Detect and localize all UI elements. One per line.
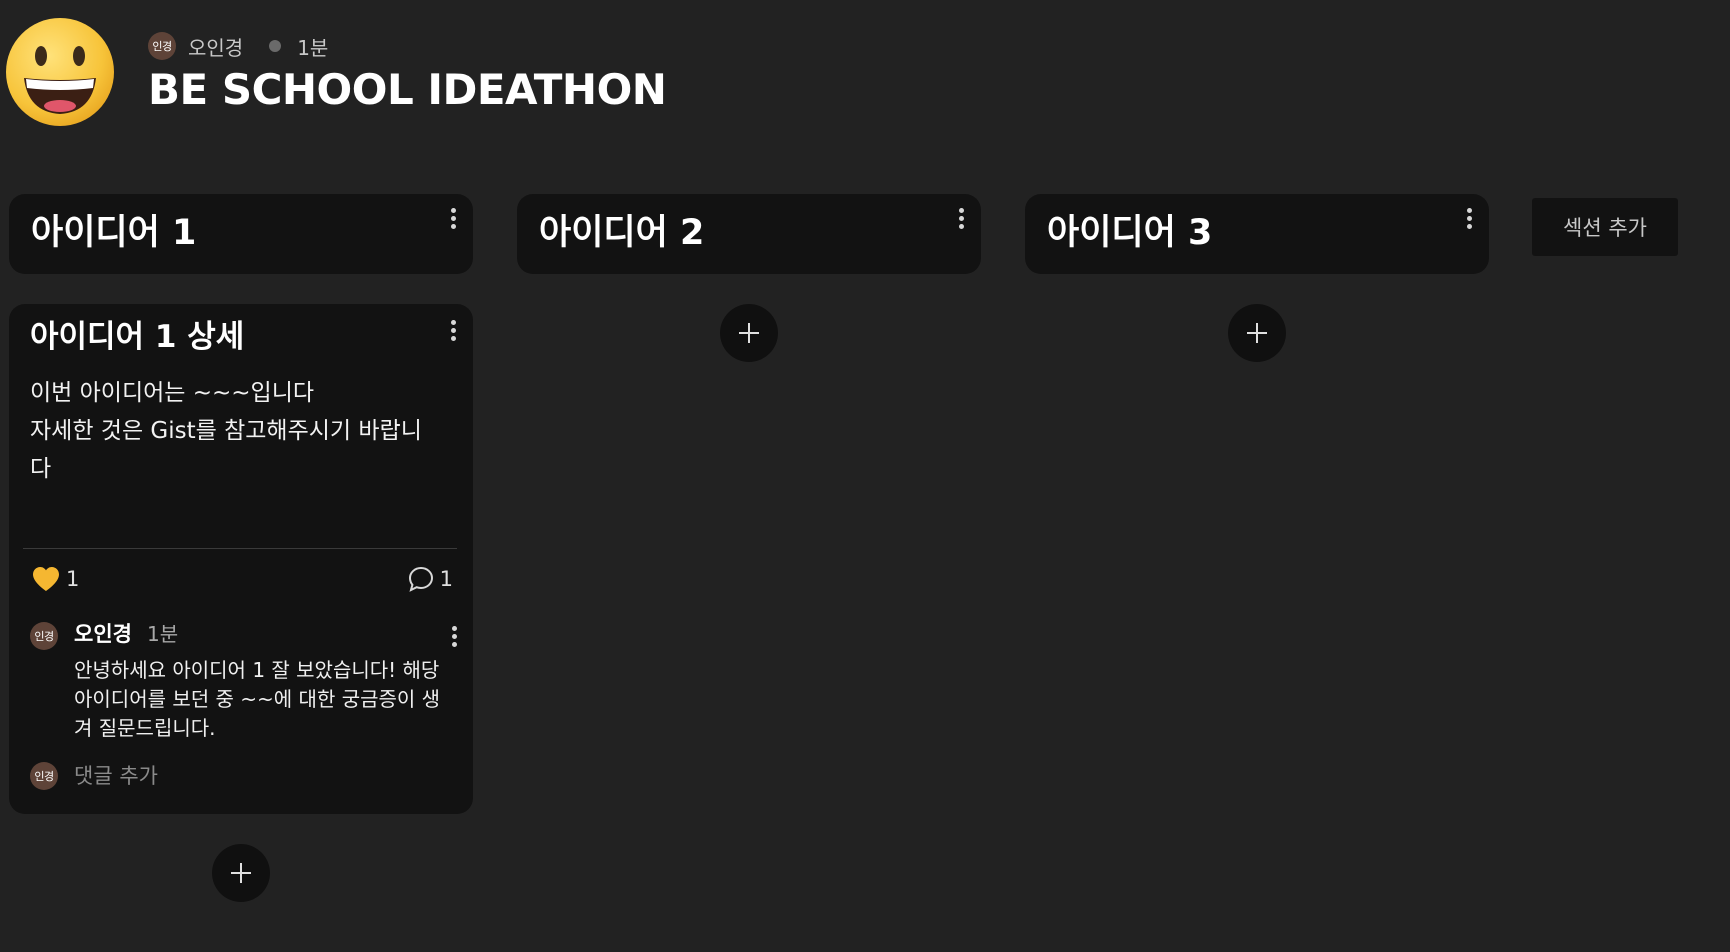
card-body-line: 자세한 것은 Gist를 참고해주시기 바랍니 bbox=[30, 418, 422, 444]
comment-author: 오인경 bbox=[74, 622, 132, 646]
comment-count: 1 bbox=[439, 567, 453, 591]
card-body-line: 다 bbox=[30, 456, 52, 482]
grinning-face-icon bbox=[6, 18, 114, 126]
like-button[interactable]: 1 bbox=[32, 566, 79, 592]
plus-icon bbox=[1247, 323, 1267, 343]
like-count: 1 bbox=[66, 567, 80, 591]
card-title: 아이디어 1 상세 bbox=[30, 319, 245, 355]
avatar: 인경 bbox=[148, 32, 176, 60]
add-post-button[interactable] bbox=[720, 304, 778, 362]
card-body-line: 이번 아이디어는 ~~~입니다 bbox=[30, 380, 315, 406]
section-title: 아이디어 3 bbox=[1047, 213, 1213, 253]
more-options-icon[interactable] bbox=[444, 624, 464, 652]
comment-text-line: 겨 질문드립니다. bbox=[74, 716, 216, 740]
more-options-icon[interactable] bbox=[1459, 206, 1479, 234]
avatar: 인경 bbox=[30, 762, 58, 790]
section-title: 아이디어 2 bbox=[539, 213, 705, 253]
plus-icon bbox=[231, 863, 251, 883]
comment-text: 안녕하세요 아이디어 1 잘 보았습니다! 해당 아이디어를 보던 중 ~~에 … bbox=[74, 656, 454, 743]
card-body: 이번 아이디어는 ~~~입니다 자세한 것은 Gist를 참고해주시기 바랍니 … bbox=[30, 374, 450, 488]
add-comment-input[interactable] bbox=[74, 764, 434, 788]
more-options-icon[interactable] bbox=[443, 318, 463, 346]
post-time: 1분 bbox=[297, 35, 329, 60]
board-author: 인경 오인경 1분 bbox=[148, 30, 328, 62]
plus-icon bbox=[739, 323, 759, 343]
more-options-icon[interactable] bbox=[443, 206, 463, 234]
author-name: 오인경 bbox=[188, 35, 244, 60]
comment-text-line: 아이디어를 보던 중 ~~에 대한 궁금증이 생 bbox=[74, 687, 441, 711]
page-title: BE SCHOOL IDEATHON bbox=[148, 65, 667, 114]
section-header-1: 아이디어 1 bbox=[9, 194, 473, 274]
comment-count-button[interactable]: 1 bbox=[408, 566, 453, 592]
add-comment-row: 인경 bbox=[30, 762, 434, 790]
avatar: 인경 bbox=[30, 622, 58, 650]
section-header-2: 아이디어 2 bbox=[517, 194, 981, 274]
add-post-button[interactable] bbox=[1228, 304, 1286, 362]
more-options-icon[interactable] bbox=[951, 206, 971, 234]
section-header-3: 아이디어 3 bbox=[1025, 194, 1489, 274]
comment-bubble-icon bbox=[408, 566, 433, 592]
add-section-button[interactable]: 섹션 추가 bbox=[1532, 198, 1678, 256]
separator-dot-icon bbox=[269, 40, 282, 52]
comment-time: 1분 bbox=[147, 622, 179, 646]
comment-text-line: 안녕하세요 아이디어 1 잘 보았습니다! 해당 bbox=[74, 658, 440, 682]
post-card[interactable]: 아이디어 1 상세 이번 아이디어는 ~~~입니다 자세한 것은 Gist를 참… bbox=[9, 304, 473, 814]
divider bbox=[23, 548, 457, 549]
add-post-button[interactable] bbox=[212, 844, 270, 902]
section-title: 아이디어 1 bbox=[31, 213, 197, 253]
heart-icon bbox=[33, 567, 59, 591]
